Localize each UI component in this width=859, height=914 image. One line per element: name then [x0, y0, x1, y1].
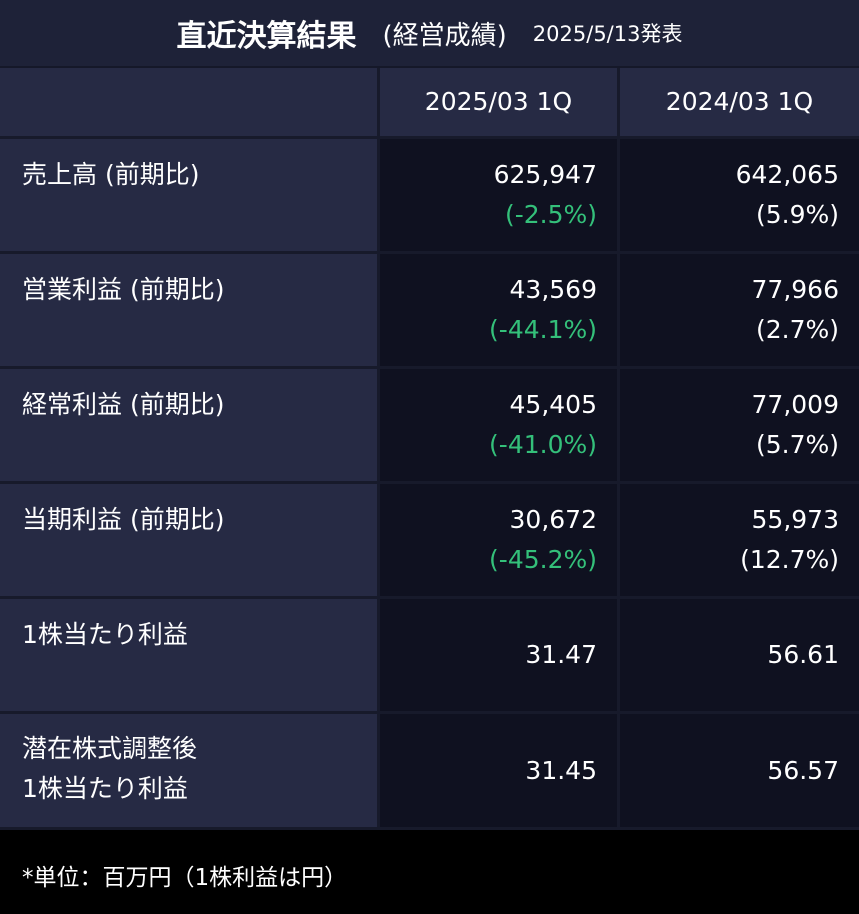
table-row-operating-profit: 営業利益 (前期比) 43,569 (-44.1%) 77,966 (2.7%): [0, 254, 859, 369]
value-cell-current: 31.47: [380, 599, 620, 711]
value-cell-current: 625,947 (-2.5%): [380, 139, 620, 251]
row-label: 経常利益 (前期比): [0, 369, 380, 481]
value-cell-current: 31.45: [380, 714, 620, 827]
value: 642,065: [735, 160, 839, 189]
value: 31.47: [525, 640, 597, 669]
table-row-eps: 1株当たり利益 31.47 56.61: [0, 599, 859, 714]
change-value: (2.7%): [755, 315, 839, 344]
table-row-diluted-eps: 潜在株式調整後 1株当たり利益 31.45 56.57: [0, 714, 859, 830]
value-cell-previous: 77,009 (5.7%): [620, 369, 859, 481]
value: 45,405: [509, 390, 597, 419]
change-value: (5.9%): [755, 200, 839, 229]
change-value: (5.7%): [755, 430, 839, 459]
page-title: 直近決算結果: [176, 19, 357, 54]
table-header-row: 2025/03 1Q 2024/03 1Q: [0, 68, 859, 139]
value-cell-previous: 56.61: [620, 599, 859, 711]
value-cell-current: 30,672 (-45.2%): [380, 484, 620, 596]
value-cell-previous: 55,973 (12.7%): [620, 484, 859, 596]
change-value: (-45.2%): [489, 545, 597, 574]
page-subtitle: (経営成績): [382, 20, 507, 51]
value-cell-previous: 642,065 (5.9%): [620, 139, 859, 251]
change-value: (-41.0%): [489, 430, 597, 459]
value: 77,009: [751, 390, 839, 419]
unit-note: *単位：百万円（1株利益は円）: [0, 830, 859, 914]
table-row-ordinary-profit: 経常利益 (前期比) 45,405 (-41.0%) 77,009 (5.7%): [0, 369, 859, 484]
value: 625,947: [493, 160, 597, 189]
value-cell-current: 45,405 (-41.0%): [380, 369, 620, 481]
column-header-previous: 2024/03 1Q: [620, 68, 859, 136]
row-label: 売上高 (前期比): [0, 139, 380, 251]
value: 31.45: [525, 755, 597, 785]
row-label-line: 1株当たり利益: [22, 774, 188, 803]
value: 30,672: [509, 505, 597, 534]
change-value: (12.7%): [740, 545, 839, 574]
table-row-net-profit: 当期利益 (前期比) 30,672 (-45.2%) 55,973 (12.7%…: [0, 484, 859, 599]
change-value: (-2.5%): [504, 200, 597, 229]
value-cell-current: 43,569 (-44.1%): [380, 254, 620, 366]
title-bar: 直近決算結果 (経営成績) 2025/5/13発表: [0, 0, 859, 68]
value: 77,966: [751, 275, 839, 304]
row-label: 潜在株式調整後 1株当たり利益: [0, 714, 380, 827]
header-empty-cell: [0, 68, 380, 136]
value: 56.57: [767, 755, 839, 785]
value: 56.61: [767, 640, 839, 669]
column-header-current: 2025/03 1Q: [380, 68, 620, 136]
row-label: 当期利益 (前期比): [0, 484, 380, 596]
row-label: 1株当たり利益: [0, 599, 380, 711]
row-label-line: 潜在株式調整後: [22, 734, 198, 763]
value-cell-previous: 56.57: [620, 714, 859, 827]
change-value: (-44.1%): [489, 315, 597, 344]
earnings-panel: 直近決算結果 (経営成績) 2025/5/13発表 2025/03 1Q 202…: [0, 0, 859, 914]
value: 43,569: [509, 275, 597, 304]
value: 55,973: [751, 505, 839, 534]
earnings-table: 2025/03 1Q 2024/03 1Q 売上高 (前期比) 625,947 …: [0, 68, 859, 830]
announce-date: 2025/5/13発表: [532, 22, 683, 46]
value-cell-previous: 77,966 (2.7%): [620, 254, 859, 366]
row-label: 営業利益 (前期比): [0, 254, 380, 366]
table-row-sales: 売上高 (前期比) 625,947 (-2.5%) 642,065 (5.9%): [0, 139, 859, 254]
